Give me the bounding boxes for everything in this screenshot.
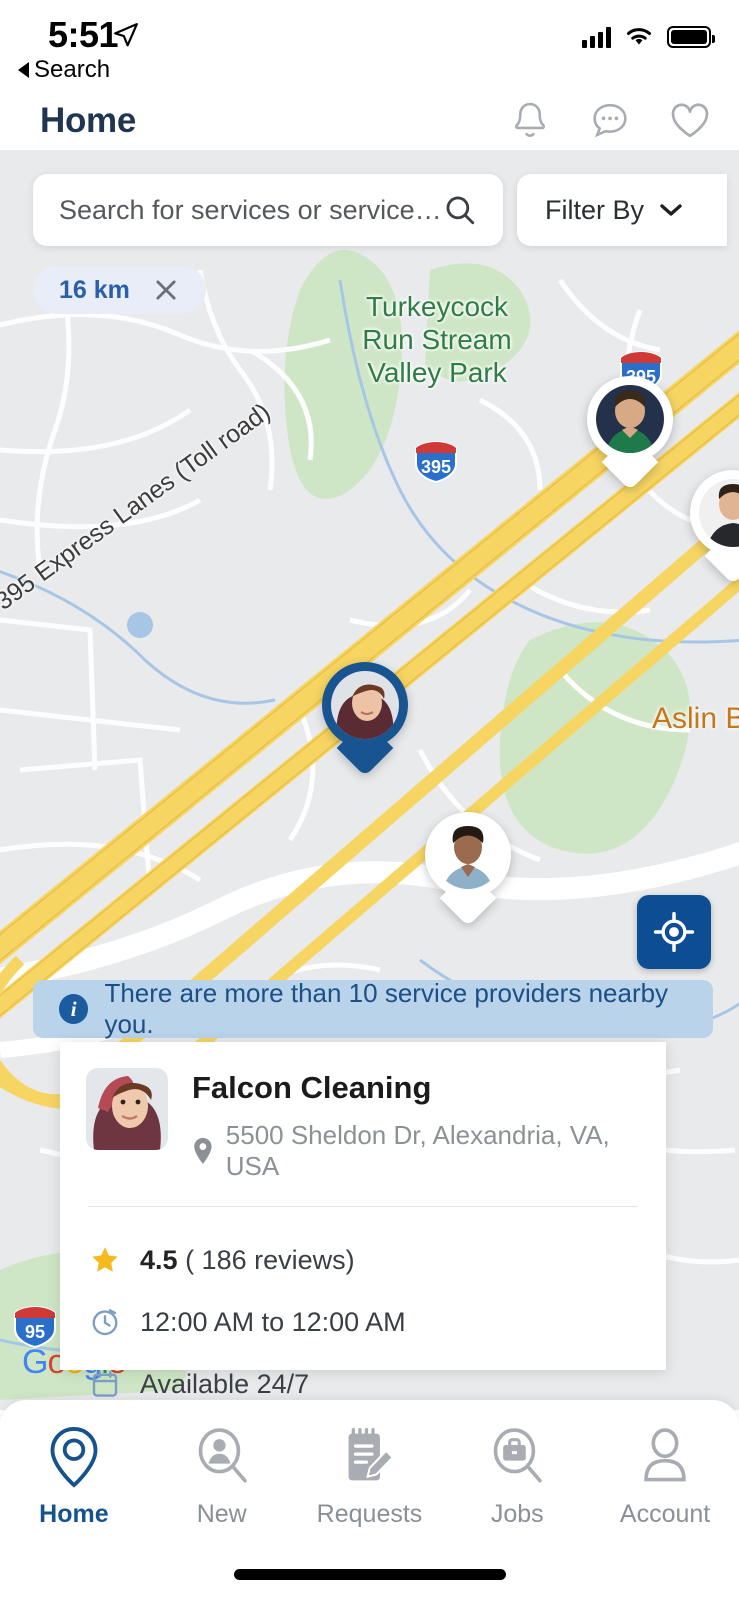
map-pin-selected-provider[interactable] [322, 662, 408, 777]
provider-card-text: Falcon Cleaning 5500 Sheldon Dr, Alexand… [192, 1068, 666, 1182]
status-bar-time: 5:51 [48, 14, 119, 55]
briefcase-search-icon [493, 1428, 543, 1483]
provider-address-row: 5500 Sheldon Dr, Alexandria, VA, USA [192, 1120, 666, 1182]
search-icon[interactable] [443, 193, 477, 227]
park-label-line3: Valley Park [367, 357, 507, 389]
filter-by-dropdown[interactable]: Filter By [517, 174, 727, 246]
provider-rating-text: 4.5 ( 186 reviews) [140, 1245, 355, 1276]
provider-review-count: ( 186 reviews) [185, 1244, 355, 1275]
distance-filter-chip[interactable]: 16 km [33, 266, 206, 314]
provider-hours: 12:00 AM to 12:00 AM [140, 1306, 406, 1337]
wifi-icon [627, 28, 651, 45]
tab-account[interactable]: Account [591, 1426, 739, 1529]
map-pin-provider[interactable] [587, 376, 673, 491]
tab-jobs-label: Jobs [490, 1500, 544, 1528]
person-search-icon [198, 1428, 247, 1483]
pin-body [690, 470, 739, 585]
page-header: Home [0, 92, 739, 150]
pin-body [322, 662, 408, 777]
clock-icon [92, 1309, 118, 1336]
highway-shield-icon: 395 [415, 440, 457, 484]
battery-full-icon [667, 26, 715, 48]
map-pin-outline-icon [50, 1427, 98, 1488]
status-bar-indicators [582, 26, 715, 48]
home-indicator [233, 1569, 506, 1580]
distance-chip-label: 16 km [59, 275, 130, 304]
svg-text:395: 395 [421, 457, 451, 477]
map-label-park: Turkeycock Run Stream Valley Park [352, 290, 522, 389]
provider-card-details: 4.5 ( 186 reviews) 12:00 AM to 12:00 AM [60, 1207, 666, 1415]
my-location-button[interactable] [637, 895, 711, 969]
tab-new[interactable]: New [148, 1426, 296, 1529]
header-actions [509, 100, 711, 142]
park-label-line2: Run Stream [362, 324, 512, 356]
banner-text: There are more than 10 service providers… [104, 978, 669, 1039]
tab-requests-label: Requests [316, 1500, 423, 1528]
star-icon [92, 1247, 118, 1272]
provider-avatar [86, 1068, 168, 1150]
close-x-icon[interactable] [152, 276, 180, 304]
calendar-icon [92, 1371, 118, 1397]
tab-new-label: New [196, 1500, 247, 1528]
map-search-row: Filter By [33, 174, 739, 246]
favorites-heart-icon[interactable] [669, 100, 711, 142]
map-pin-provider[interactable] [425, 812, 511, 927]
cellular-signal-icon [582, 26, 611, 48]
pin-avatar [434, 821, 502, 889]
map-pin-provider[interactable] [690, 470, 739, 585]
tab-home-label: Home [39, 1500, 109, 1528]
provider-availability: Available 24/7 [140, 1368, 310, 1399]
pin-avatar [331, 671, 399, 739]
map-pin-icon [194, 1137, 212, 1164]
tab-requests[interactable]: Requests [296, 1426, 444, 1529]
map-label-poi: Aslin B [652, 702, 739, 735]
nearby-providers-banner: i There are more than 10 service provide… [33, 978, 713, 1039]
notifications-bell-icon[interactable] [509, 100, 551, 142]
pin-body [587, 376, 673, 491]
filter-by-label: Filter By [545, 194, 645, 225]
provider-hours-row: 12:00 AM to 12:00 AM [90, 1291, 666, 1353]
back-triangle-icon [18, 62, 29, 78]
page-title: Home [40, 101, 137, 140]
app-root: 5:51 Search Home Turkeycock Run Stream V… [0, 0, 739, 1600]
svg-text:95: 95 [25, 1322, 45, 1342]
location-arrow-icon [114, 23, 138, 47]
pin-avatar [596, 385, 664, 453]
bottom-navigation: Home New Requests Jobs Account [0, 1400, 739, 1600]
tab-account-label: Account [619, 1500, 711, 1528]
crosshair-target-icon [653, 911, 695, 953]
google-letter: G [22, 1343, 48, 1381]
back-label: Search [34, 56, 111, 83]
tab-home[interactable]: Home [0, 1426, 148, 1529]
search-input[interactable] [59, 194, 439, 226]
tab-jobs[interactable]: Jobs [443, 1426, 591, 1529]
search-bar[interactable] [33, 174, 503, 246]
pin-avatar [699, 479, 739, 547]
info-circle-icon: i [59, 994, 89, 1024]
provider-address: 5500 Sheldon Dr, Alexandria, VA, USA [225, 1120, 610, 1181]
messages-chat-icon[interactable] [589, 100, 631, 142]
park-label-line1: Turkeycock [365, 291, 509, 322]
clipboard-pencil-icon [349, 1428, 395, 1481]
person-icon [644, 1428, 686, 1482]
pin-body [425, 812, 511, 927]
provider-rating-row: 4.5 ( 186 reviews) [90, 1229, 666, 1291]
chevron-down-icon [660, 204, 682, 216]
provider-rating-value: 4.5 [140, 1244, 178, 1275]
provider-detail-card[interactable]: Falcon Cleaning 5500 Sheldon Dr, Alexand… [60, 1042, 666, 1399]
provider-card-header: Falcon Cleaning 5500 Sheldon Dr, Alexand… [60, 1042, 666, 1182]
provider-name: Falcon Cleaning [192, 1070, 432, 1105]
back-to-search-link[interactable]: Search [18, 56, 110, 84]
status-bar: 5:51 Search [0, 0, 739, 92]
